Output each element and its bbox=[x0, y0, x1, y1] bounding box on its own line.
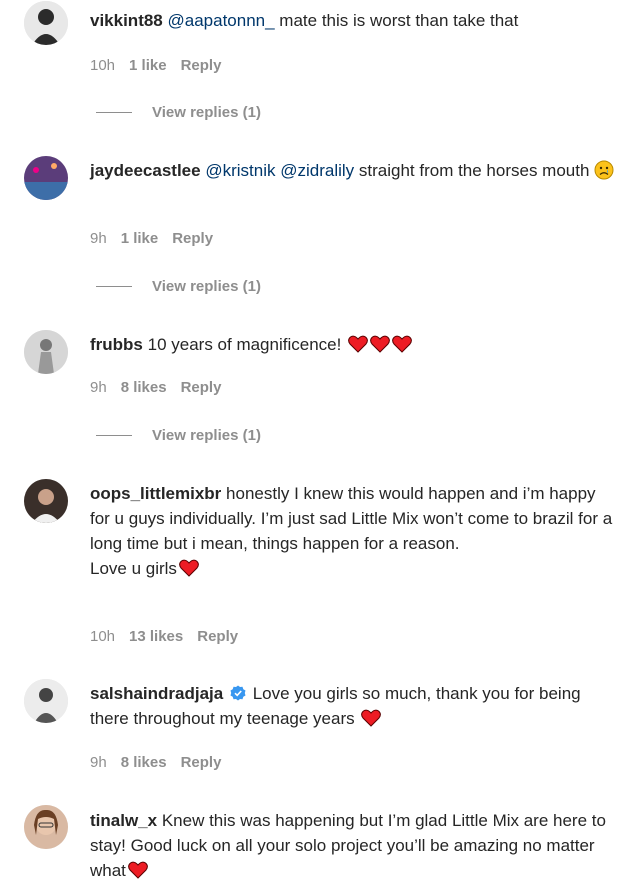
heart-icon bbox=[179, 559, 199, 577]
comment-body: straight from the horses mouth bbox=[354, 161, 590, 180]
reply-button[interactable]: Reply bbox=[181, 57, 222, 74]
verified-badge-icon bbox=[230, 685, 246, 701]
heart-icon bbox=[392, 335, 412, 353]
comment-body: Knew this was happening but I’m glad Lit… bbox=[90, 811, 611, 880]
avatar[interactable] bbox=[24, 679, 68, 723]
reply-button[interactable]: Reply bbox=[172, 230, 213, 247]
comment-username[interactable]: salshaindradjaja bbox=[90, 684, 223, 703]
view-replies-button[interactable]: View replies (1) bbox=[96, 427, 261, 444]
reply-button[interactable]: Reply bbox=[181, 379, 222, 396]
comment-text: tinalw_x Knew this was happening but I’m… bbox=[90, 808, 620, 883]
comment-meta: 9h 1 like Reply bbox=[90, 230, 227, 247]
comment-text: jaydeecastlee @kristnik @zidralily strai… bbox=[90, 158, 620, 183]
reply-button[interactable]: Reply bbox=[197, 628, 238, 645]
avatar[interactable] bbox=[24, 1, 68, 45]
avatar[interactable] bbox=[24, 479, 68, 523]
avatar[interactable] bbox=[24, 330, 68, 374]
sad-face-icon bbox=[594, 160, 614, 180]
comment-username[interactable]: frubbs bbox=[90, 335, 143, 354]
avatar[interactable] bbox=[24, 805, 68, 849]
likes-count[interactable]: 8 likes bbox=[121, 379, 167, 396]
comment-text: vikkint88 @aapatonnn_ mate this is worst… bbox=[90, 8, 620, 33]
comment-time: 9h bbox=[90, 754, 107, 771]
comment-meta: 10h 13 likes Reply bbox=[90, 628, 252, 645]
comment-username[interactable]: vikkint88 bbox=[90, 11, 163, 30]
comment-body: mate this is worst than take that bbox=[274, 11, 519, 30]
replies-divider bbox=[96, 112, 132, 113]
comment-time: 9h bbox=[90, 230, 107, 247]
reply-button[interactable]: Reply bbox=[181, 754, 222, 771]
mention-link[interactable]: @aapatonnn_ bbox=[168, 11, 275, 30]
view-replies-label: View replies (1) bbox=[152, 104, 261, 121]
comment-text: salshaindradjaja Love you girls so much,… bbox=[90, 681, 620, 731]
heart-icon bbox=[370, 335, 390, 353]
heart-icon bbox=[128, 861, 148, 879]
comment-text: frubbs 10 years of magnificence! bbox=[90, 332, 620, 357]
avatar[interactable] bbox=[24, 156, 68, 200]
heart-icon bbox=[348, 335, 368, 353]
mention-link[interactable]: @zidralily bbox=[280, 161, 354, 180]
comment-meta: 10h 1 like Reply bbox=[90, 57, 235, 74]
replies-divider bbox=[96, 435, 132, 436]
mention-link[interactable]: @kristnik bbox=[205, 161, 275, 180]
likes-count[interactable]: 8 likes bbox=[121, 754, 167, 771]
comment-time: 10h bbox=[90, 628, 116, 645]
likes-count[interactable]: 1 like bbox=[121, 230, 159, 247]
comment-username[interactable]: jaydeecastlee bbox=[90, 161, 201, 180]
comment-text: oops_littlemixbr honestly I knew this wo… bbox=[90, 481, 620, 581]
comment-time: 9h bbox=[90, 379, 107, 396]
comment-meta: 9h 8 likes Reply bbox=[90, 379, 235, 396]
comment-username[interactable]: tinalw_x bbox=[90, 811, 157, 830]
likes-count[interactable]: 1 like bbox=[129, 57, 167, 74]
heart-icon bbox=[361, 709, 382, 727]
view-replies-label: View replies (1) bbox=[152, 278, 261, 295]
comment-username[interactable]: oops_littlemixbr bbox=[90, 484, 221, 503]
comment-body: 10 years of magnificence! bbox=[142, 335, 347, 354]
view-replies-label: View replies (1) bbox=[152, 427, 261, 444]
comment-meta: 9h 8 likes Reply bbox=[90, 754, 235, 771]
likes-count[interactable]: 13 likes bbox=[129, 628, 183, 645]
comment-time: 10h bbox=[90, 57, 116, 74]
view-replies-button[interactable]: View replies (1) bbox=[96, 278, 261, 295]
replies-divider bbox=[96, 286, 132, 287]
view-replies-button[interactable]: View replies (1) bbox=[96, 104, 261, 121]
